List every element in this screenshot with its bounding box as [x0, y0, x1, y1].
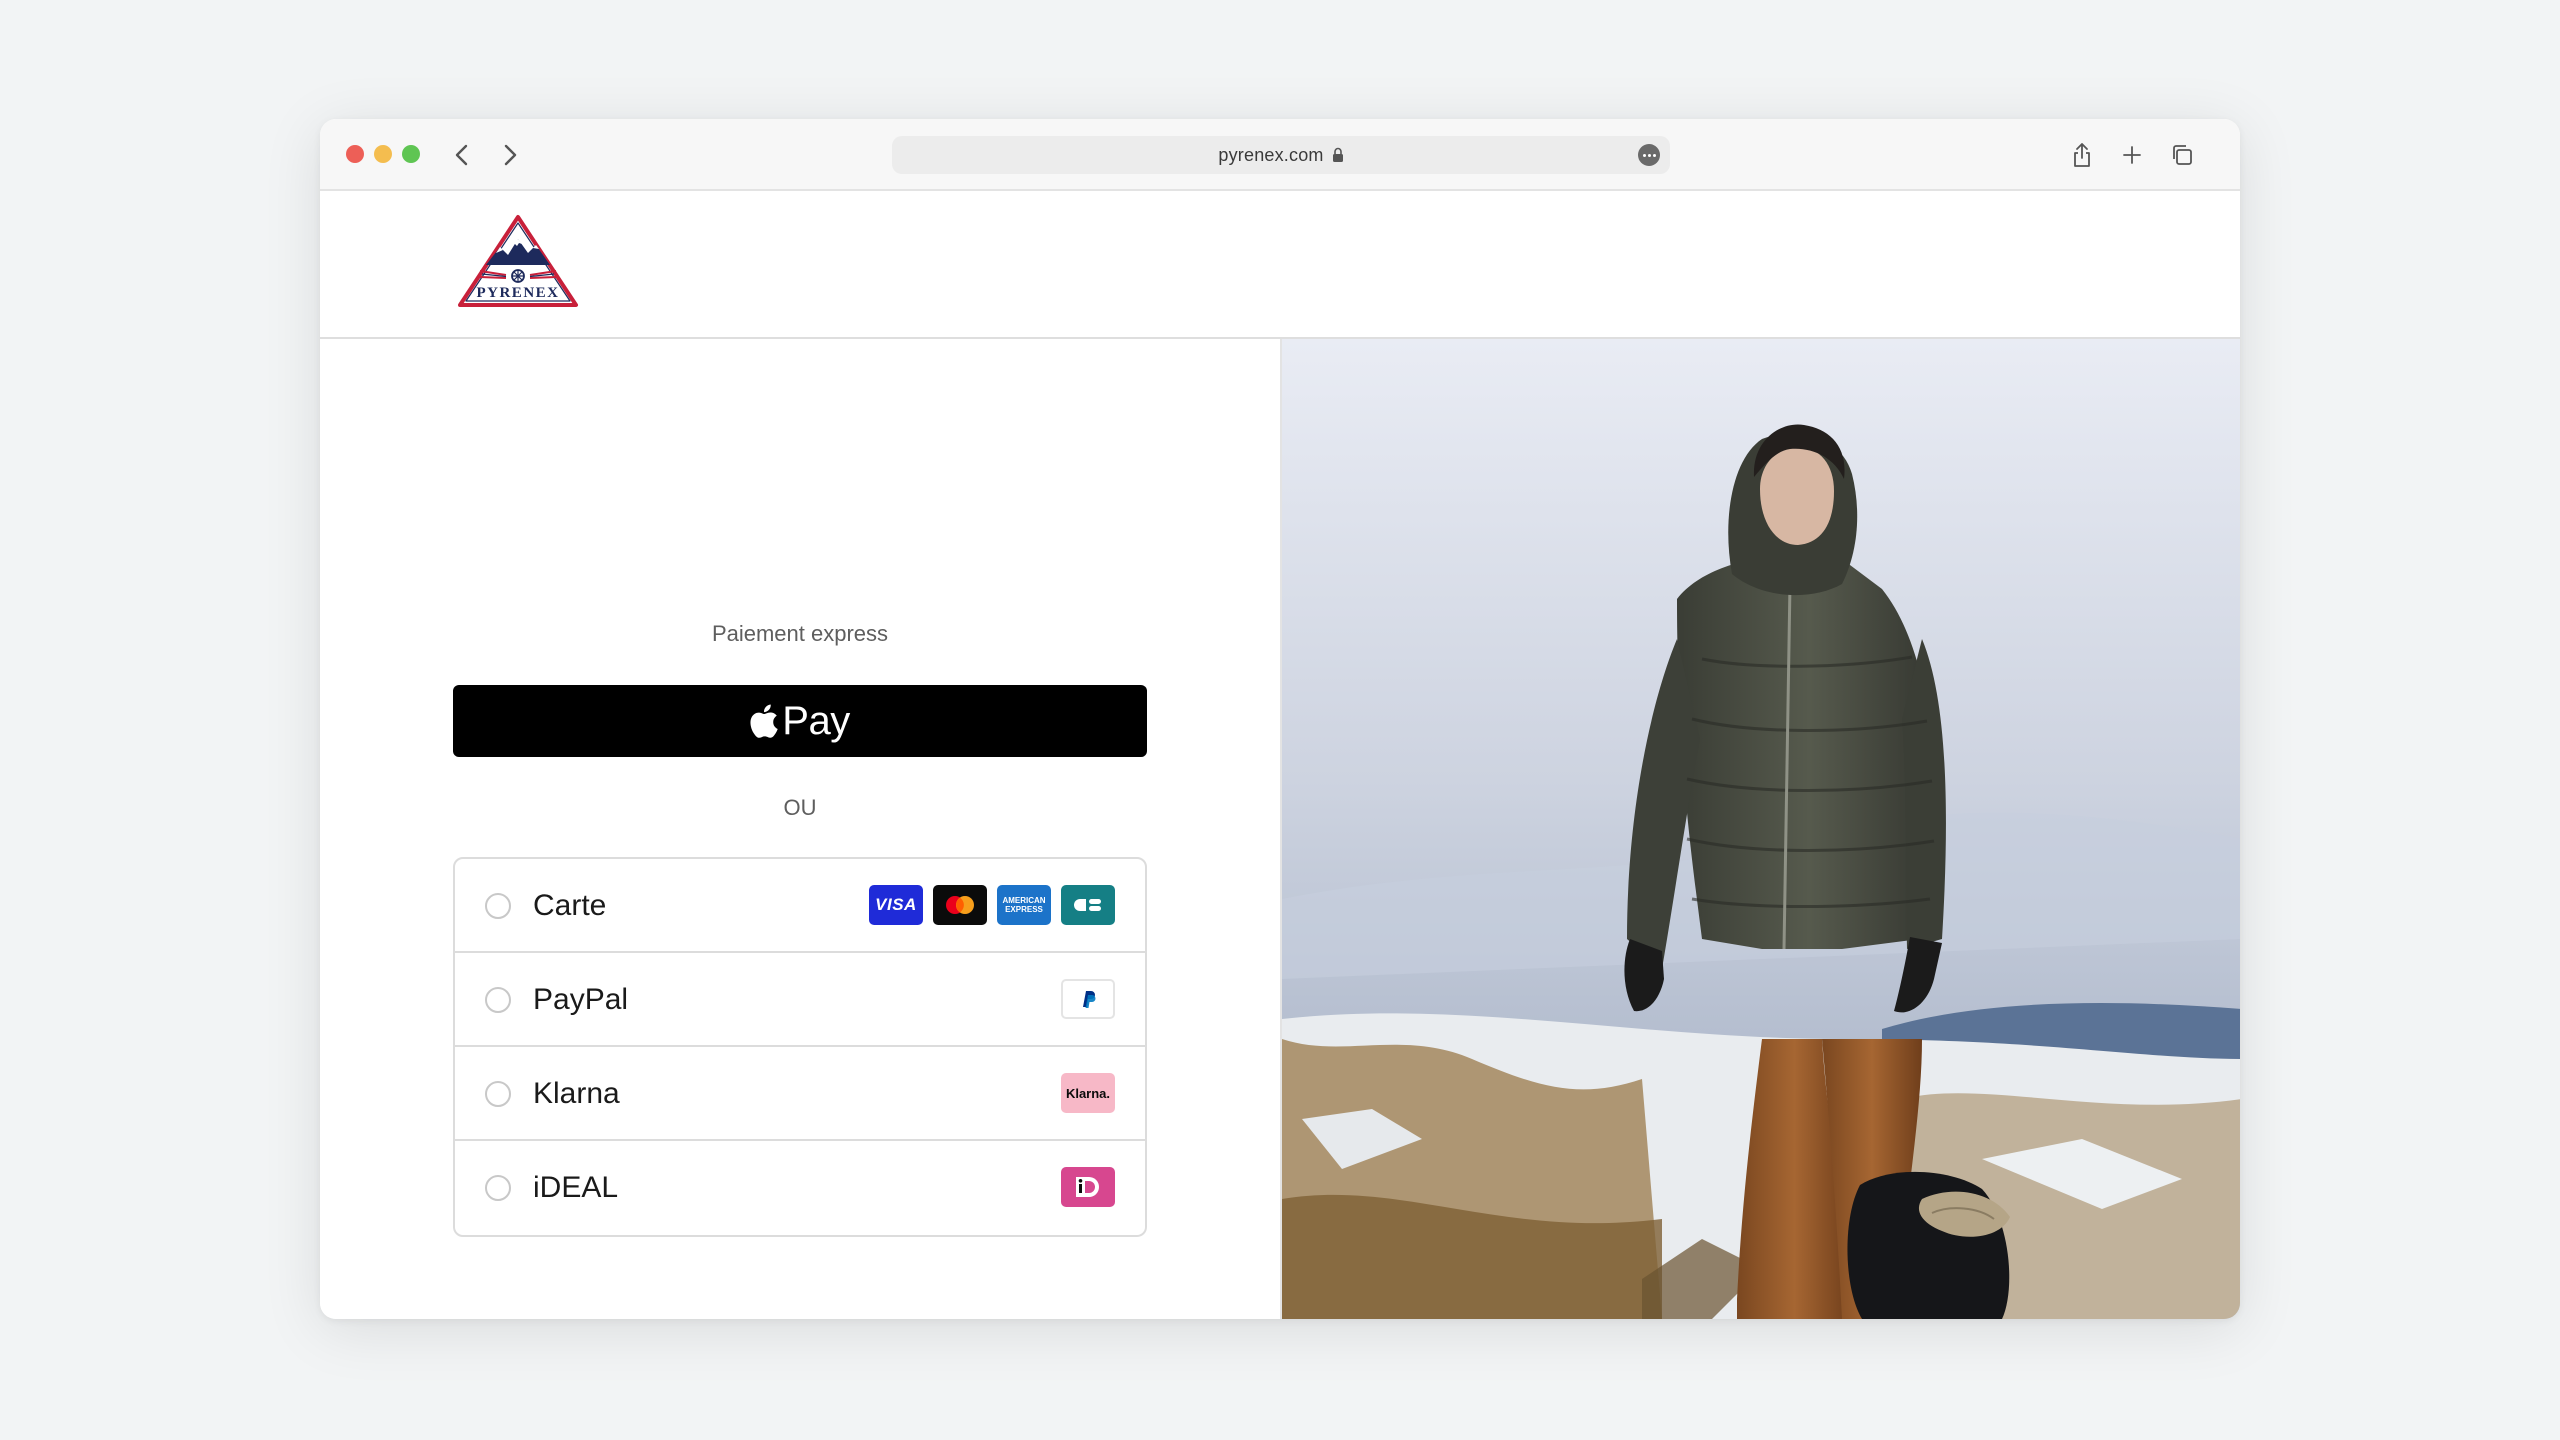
paypal-badges [1061, 979, 1115, 1019]
amex-icon: AMERICAN EXPRESS [997, 885, 1051, 925]
browser-window: pyrenex.com PYRENEX Paiement express Pay… [320, 119, 2240, 1319]
paypal-radio[interactable] [485, 987, 511, 1013]
chevron-left-icon [455, 144, 468, 166]
ideal-label: iDEAL [533, 1171, 619, 1204]
card-brand-badges: VISA AMERICAN EXPRESS [869, 885, 1115, 925]
close-window-button[interactable] [346, 145, 364, 163]
pyrenex-logo[interactable]: PYRENEX [456, 213, 580, 313]
model-photo [1282, 339, 2240, 1319]
paypal-label: PayPal [533, 983, 629, 1016]
payment-method-ideal[interactable]: iDEAL [455, 1141, 1145, 1235]
forward-button[interactable] [492, 137, 528, 173]
url-text: pyrenex.com [1218, 144, 1324, 165]
express-payment-title: Paiement express [711, 621, 889, 646]
klarna-label: Klarna [533, 1077, 620, 1110]
page-menu-button[interactable] [1638, 144, 1660, 166]
payment-method-klarna[interactable]: Klarna Klarna. [455, 1047, 1145, 1141]
visa-icon: VISA [869, 885, 923, 925]
apple-pay-label: Pay [782, 698, 850, 743]
lock-icon [1332, 147, 1344, 163]
chevron-right-icon [504, 144, 517, 166]
hero-image [1280, 339, 2240, 1319]
ideal-icon [1061, 1167, 1115, 1207]
browser-toolbar: pyrenex.com [320, 119, 2240, 191]
apple-logo-icon [750, 704, 778, 738]
card-label: Carte [533, 889, 607, 922]
plus-icon [2123, 146, 2141, 164]
paypal-icon [1061, 979, 1115, 1019]
apple-pay-button[interactable]: Pay [453, 685, 1147, 757]
payment-method-paypal[interactable]: PayPal [455, 953, 1145, 1047]
minimize-window-button[interactable] [374, 145, 392, 163]
logo-wordmark: PYRENEX [476, 285, 559, 301]
payment-method-card[interactable]: Carte VISA AMERICAN EXPRESS [455, 859, 1145, 953]
mastercard-icon [933, 885, 987, 925]
tab-overview-button[interactable] [2164, 137, 2200, 173]
new-tab-button[interactable] [2114, 137, 2150, 173]
ideal-badges [1061, 1167, 1115, 1207]
amex-text-bottom: EXPRESS [1005, 905, 1043, 914]
amex-text-top: AMERICAN [1002, 896, 1046, 905]
tabs-icon [2173, 145, 2192, 165]
klarna-badges: Klarna. [1061, 1073, 1115, 1113]
klarna-icon: Klarna. [1061, 1073, 1115, 1113]
cb-icon [1061, 885, 1115, 925]
share-icon [2074, 143, 2090, 167]
share-button[interactable] [2064, 137, 2100, 173]
zoom-window-button[interactable] [402, 145, 420, 163]
back-button[interactable] [444, 137, 480, 173]
address-bar[interactable]: pyrenex.com [892, 136, 1670, 174]
or-separator: OU [783, 795, 817, 820]
card-radio[interactable] [485, 893, 511, 919]
klarna-radio[interactable] [485, 1081, 511, 1107]
checkout-panel: Paiement express Pay OU Carte VISA AMERI… [320, 339, 1280, 1319]
payment-methods-list: Carte VISA AMERICAN EXPRESS PayPal Klarn… [453, 857, 1147, 1237]
ideal-radio[interactable] [485, 1175, 511, 1201]
site-header: PYRENEX [320, 191, 2240, 339]
